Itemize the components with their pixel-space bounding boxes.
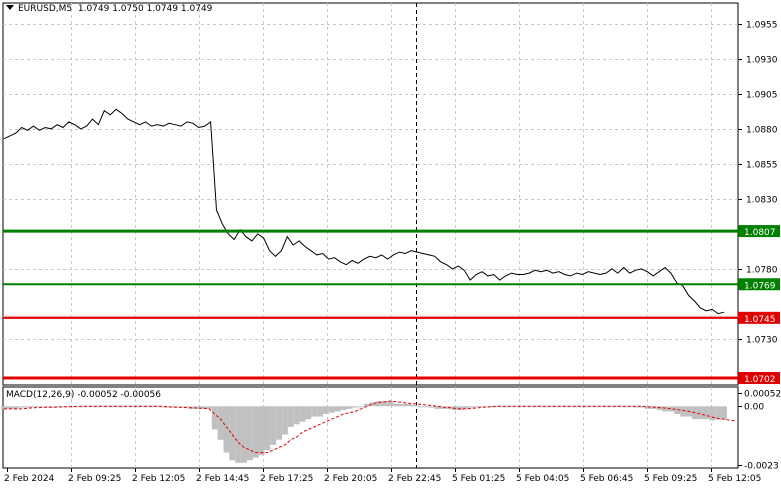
macd-histogram-bar (399, 403, 405, 407)
macd-signal-line (4, 400, 736, 454)
level-price-label: 1.0702 (744, 375, 776, 385)
macd-histogram-bar (317, 406, 324, 417)
macd-histogram-bar (340, 406, 347, 411)
macd-histogram-bar (703, 406, 710, 420)
x-tick-label: 2 Feb 2024 (4, 474, 55, 484)
level-price-label: 1.0807 (744, 228, 776, 238)
x-tick-label: 2 Feb 22:45 (388, 474, 441, 484)
macd-histogram-bar (410, 405, 417, 407)
macd-histogram-bar (416, 406, 423, 408)
y-tick-label: 1.0780 (746, 266, 778, 276)
x-tick-label: 5 Feb 06:45 (580, 474, 633, 484)
macd-histogram-bar (270, 406, 277, 445)
price-line (3, 108, 725, 315)
macd-histogram-bar (656, 406, 663, 411)
y-tick-label: 1.0730 (746, 336, 778, 346)
macd-histogram-bar (24, 406, 31, 408)
macd-histogram-bar (334, 406, 341, 412)
macd-histogram-bar (709, 406, 716, 421)
macd-histogram-bar (662, 406, 669, 412)
macd-histogram-bar (311, 406, 318, 417)
macd-histogram-bar (217, 406, 224, 440)
macd-histogram-bar (299, 406, 306, 422)
x-tick-label: 5 Feb 09:25 (644, 474, 697, 484)
macd-histogram-bar (680, 406, 686, 417)
macd-histogram-bar (282, 406, 288, 435)
y-tick-label: 1.0880 (746, 126, 778, 136)
macd-header: MACD(12,26,9) -0.00052 -0.00056 (6, 390, 162, 400)
x-tick-label: 5 Feb 12:05 (708, 474, 761, 484)
main-pane-frame (2, 2, 739, 386)
x-tick-label: 2 Feb 20:05 (324, 474, 377, 484)
macd-histogram-bar (428, 406, 435, 408)
symbol-label: EURUSD,M5 (18, 4, 73, 14)
macd-histogram-bar (469, 406, 476, 408)
x-tick-label: 5 Feb 04:05 (516, 474, 569, 484)
macd-histogram-bar (393, 403, 400, 407)
macd-histogram-bar (252, 406, 259, 458)
x-tick-label: 2 Feb 14:45 (196, 474, 249, 484)
macd-histogram-bar (404, 403, 411, 407)
macd-y-tick-label: 0.00052 (744, 390, 781, 400)
macd-histogram-bar (241, 406, 247, 463)
macd-histogram-bar (293, 406, 300, 425)
macd-histogram-bar (235, 406, 242, 463)
macd-histogram-bar (223, 406, 230, 453)
macd-y-tick-label: -0.0023 (744, 462, 779, 472)
macd-histogram-bar (229, 406, 236, 461)
macd-histogram-bar (387, 401, 394, 407)
y-tick-label: 1.0855 (746, 161, 778, 171)
x-tick-label: 2 Feb 09:25 (68, 474, 121, 484)
macd-histogram-bar (346, 406, 353, 409)
trading-chart-window[interactable]: 1.0955 1.0930 1.0905 1.0880 1.0855 1.0830 1.07… (0, 0, 781, 489)
x-tick-label: 5 Feb 01:25 (452, 474, 505, 484)
macd-y-tick-label: 0.00 (744, 403, 764, 413)
macd-histogram-bar (30, 406, 37, 408)
macd-histogram-bar (352, 406, 359, 408)
y-tick-label: 1.0830 (746, 196, 778, 206)
macd-histogram-bar (328, 406, 335, 413)
macd-histogram-bar (358, 406, 364, 408)
macd-histogram-bar (18, 406, 25, 408)
macd-histogram-bar (422, 406, 429, 408)
y-tick-label: 1.0930 (746, 56, 778, 66)
x-tick-label: 2 Feb 12:05 (132, 474, 185, 484)
macd-histogram-bar (287, 406, 294, 427)
macd-histogram-bar (697, 406, 704, 420)
macd-histogram-bar (305, 406, 312, 420)
level-price-label: 1.0745 (744, 315, 776, 325)
macd-histogram-bar (258, 406, 265, 456)
macd-histogram-bar (721, 406, 727, 420)
y-tick-label: 1.0905 (746, 91, 778, 101)
macd-histogram-bar (323, 406, 329, 414)
dropdown-triangle-icon[interactable] (6, 5, 14, 10)
y-tick-label: 1.0955 (746, 21, 778, 31)
x-tick-label: 2 Feb 17:25 (260, 474, 313, 484)
macd-histogram-bar (276, 406, 283, 440)
macd-histogram-bar (715, 406, 722, 420)
level-price-label: 1.0769 (744, 281, 776, 291)
chart-canvas[interactable]: 1.0955 1.0930 1.0905 1.0880 1.0855 1.0830 1.07… (0, 0, 781, 489)
ohlc-values: 1.0749 1.0750 1.0749 1.0749 (77, 4, 213, 14)
chart-header: EURUSD,M5 1.0749 1.0750 1.0749 1.0749 (6, 4, 212, 14)
macd-histogram-bar (264, 406, 271, 450)
macd-histogram-bar (211, 406, 218, 430)
macd-histogram-bar (246, 406, 253, 461)
